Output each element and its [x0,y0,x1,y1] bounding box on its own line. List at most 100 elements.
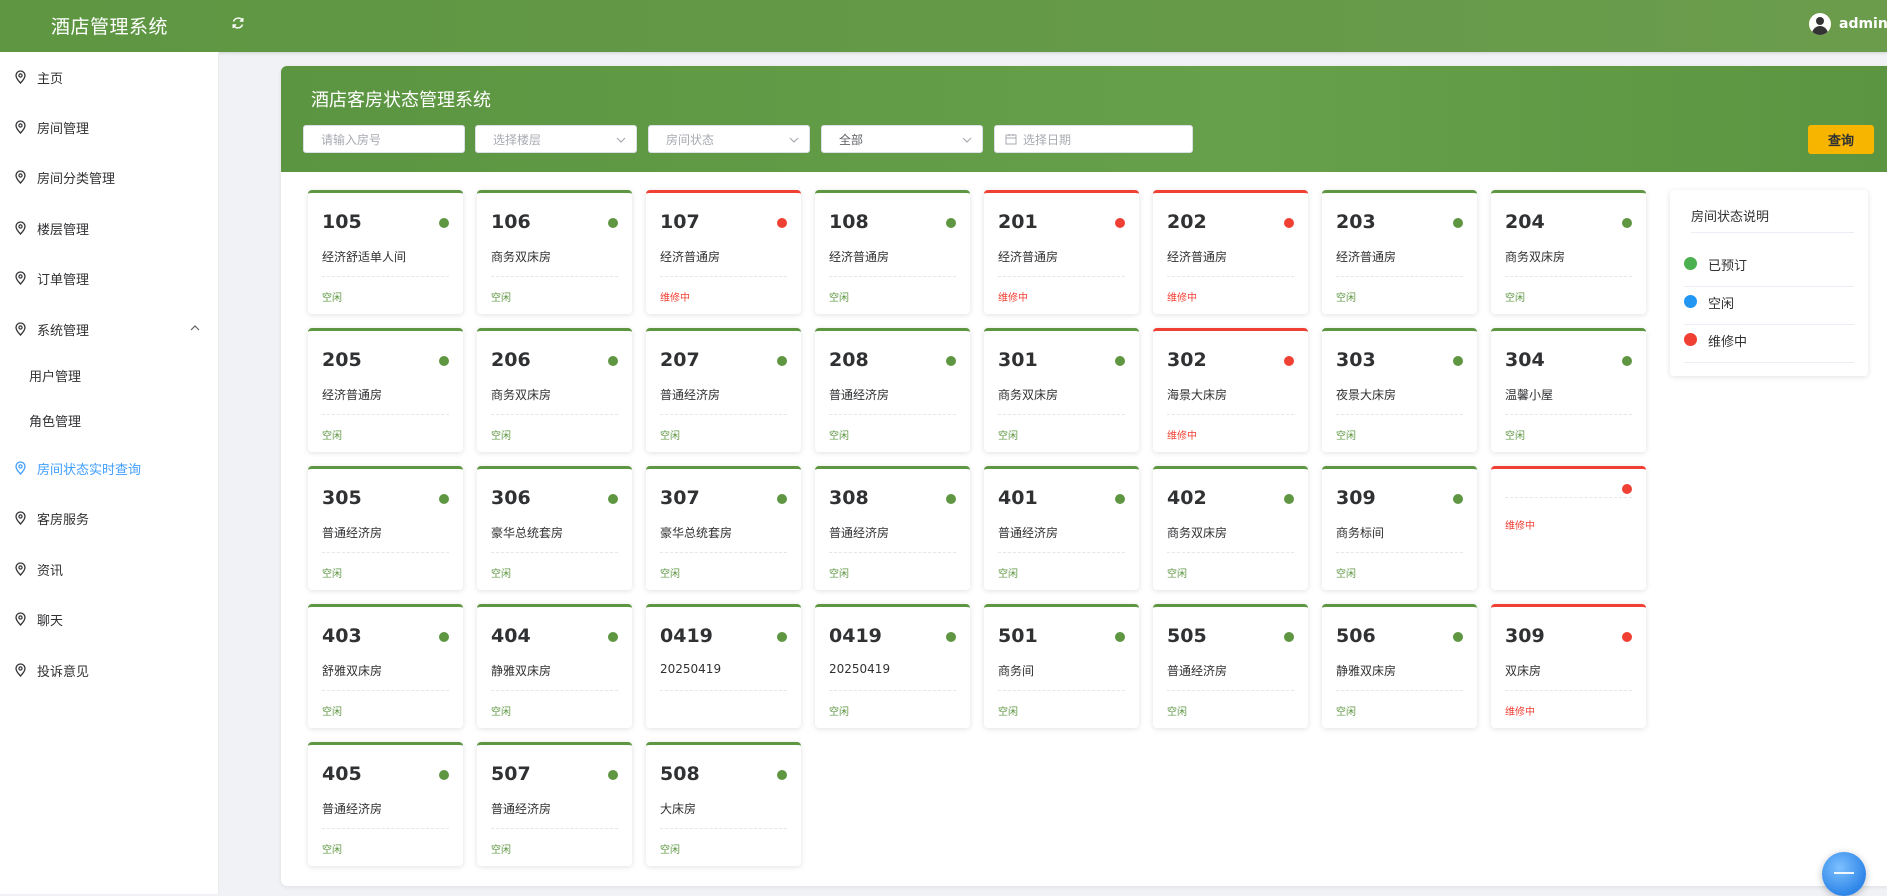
room-card[interactable]: 201 经济普通房 维修中 [984,190,1139,314]
room-card[interactable]: 306 豪华总统套房 空闲 [477,466,632,590]
sidebar-item[interactable]: 房间分类管理 [0,163,218,191]
room-card[interactable]: 405 普通经济房 空闲 [308,742,463,866]
status-dot [1453,356,1463,366]
room-card[interactable]: 304 温馨小屋 空闲 [1491,328,1646,452]
room-type: 经济普通房 [998,250,1059,264]
room-status: 维修中 [660,293,690,304]
room-card[interactable]: 108 经济普通房 空闲 [815,190,970,314]
location-pin-icon [15,170,26,184]
status-dot [777,218,787,228]
legend-item: 维修中 [1670,326,1868,363]
page-title: 酒店客房状态管理系统 [311,90,491,111]
room-card[interactable]: 302 海景大床房 维修中 [1153,328,1308,452]
room-number: 0419 [829,625,882,647]
room-card[interactable]: 303 夜景大床房 空闲 [1322,328,1477,452]
room-card[interactable]: 403 舒雅双床房 空闲 [308,604,463,728]
room-card[interactable]: 0419 20250419 [646,604,801,728]
room-card[interactable]: 维修中 [1491,466,1646,590]
room-status: 维修中 [1167,293,1197,304]
room-card[interactable]: 105 经济舒适单人间 空闲 [308,190,463,314]
status-dot [1284,632,1294,642]
card-divider [1167,276,1294,277]
room-card[interactable]: 206 商务双床房 空闲 [477,328,632,452]
room-card[interactable]: 301 商务双床房 空闲 [984,328,1139,452]
room-card[interactable]: 309 双床房 维修中 [1491,604,1646,728]
sidebar-item[interactable]: 主页 [0,63,218,91]
room-type: 普通经济房 [322,802,383,816]
room-card[interactable]: 308 普通经济房 空闲 [815,466,970,590]
room-card[interactable]: 202 经济普通房 维修中 [1153,190,1308,314]
legend-dot [1684,333,1697,346]
room-card[interactable]: 208 普通经济房 空闲 [815,328,970,452]
card-divider [1336,552,1463,553]
status-dot [439,632,449,642]
floating-assistant-button[interactable] [1822,852,1866,896]
location-pin-icon [15,120,26,134]
room-type: 经济普通房 [1336,250,1397,264]
room-status: 空闲 [829,569,849,580]
date-picker[interactable]: 选择日期 [994,125,1193,153]
sidebar-item[interactable]: 投诉意见 [0,656,218,684]
room-type: 普通经济房 [491,802,552,816]
sidebar-item[interactable]: 聊天 [0,605,218,633]
sidebar-item[interactable]: 房间状态实时查询 [0,454,218,482]
room-card[interactable]: 107 经济普通房 维修中 [646,190,801,314]
room-type: 静雅双床房 [1336,664,1397,678]
card-divider [322,414,449,415]
room-card[interactable]: 506 静雅双床房 空闲 [1322,604,1477,728]
room-number: 508 [660,763,700,785]
card-divider [998,552,1125,553]
card-divider [322,276,449,277]
room-card[interactable]: 501 商务间 空闲 [984,604,1139,728]
room-card[interactable]: 404 静雅双床房 空闲 [477,604,632,728]
room-card[interactable]: 309 商务标间 空闲 [1322,466,1477,590]
refresh-icon[interactable] [230,15,246,31]
room-card[interactable]: 207 普通经济房 空闲 [646,328,801,452]
card-divider [1167,690,1294,691]
room-status: 空闲 [322,845,342,856]
room-card[interactable]: 508 大床房 空闲 [646,742,801,866]
card-divider [829,414,956,415]
sidebar-item[interactable]: 资讯 [0,555,218,583]
room-number: 505 [1167,625,1207,647]
sidebar-item[interactable]: 房间管理 [0,113,218,141]
room-card[interactable]: 204 商务双床房 空闲 [1491,190,1646,314]
room-number-placeholder: 请输入房号 [321,132,382,147]
sidebar-item[interactable]: 角色管理 [0,406,218,434]
legend-divider [1684,362,1854,363]
room-status: 空闲 [660,569,680,580]
status-dot [777,494,787,504]
room-card[interactable]: 401 普通经济房 空闲 [984,466,1139,590]
room-status: 空闲 [491,293,511,304]
room-number: 108 [829,211,869,233]
room-card[interactable]: 0419 20250419 空闲 [815,604,970,728]
room-card[interactable]: 307 豪华总统套房 空闲 [646,466,801,590]
room-type: 商务间 [998,664,1035,678]
sidebar-item[interactable]: 系统管理 [0,315,218,343]
floor-select[interactable]: 选择楼层 [475,125,637,153]
sidebar-item[interactable]: 用户管理 [0,361,218,389]
room-type-value: 全部 [839,132,864,147]
user-menu[interactable]: admin ⌄ [1809,11,1887,37]
room-card[interactable]: 402 商务双床房 空闲 [1153,466,1308,590]
status-select[interactable]: 房间状态 [648,125,810,153]
room-number: 402 [1167,487,1207,509]
room-type-select[interactable]: 全部 [821,125,983,153]
room-card[interactable]: 106 商务双床房 空闲 [477,190,632,314]
query-button[interactable]: 查询 [1808,125,1874,154]
location-pin-icon [15,562,26,576]
sidebar-item[interactable]: 客房服务 [0,504,218,532]
room-card[interactable]: 203 经济普通房 空闲 [1322,190,1477,314]
room-card[interactable]: 305 普通经济房 空闲 [308,466,463,590]
room-card[interactable]: 205 经济普通房 空闲 [308,328,463,452]
card-divider [491,690,618,691]
sidebar-item[interactable]: 订单管理 [0,264,218,292]
room-card[interactable]: 505 普通经济房 空闲 [1153,604,1308,728]
room-card[interactable]: 507 普通经济房 空闲 [477,742,632,866]
sidebar-item[interactable]: 楼层管理 [0,214,218,242]
room-number: 106 [491,211,531,233]
room-number-input[interactable]: 请输入房号 [303,125,465,153]
location-pin-icon [15,612,26,626]
sidebar-item-label: 房间分类管理 [37,171,116,187]
status-dot [946,494,956,504]
